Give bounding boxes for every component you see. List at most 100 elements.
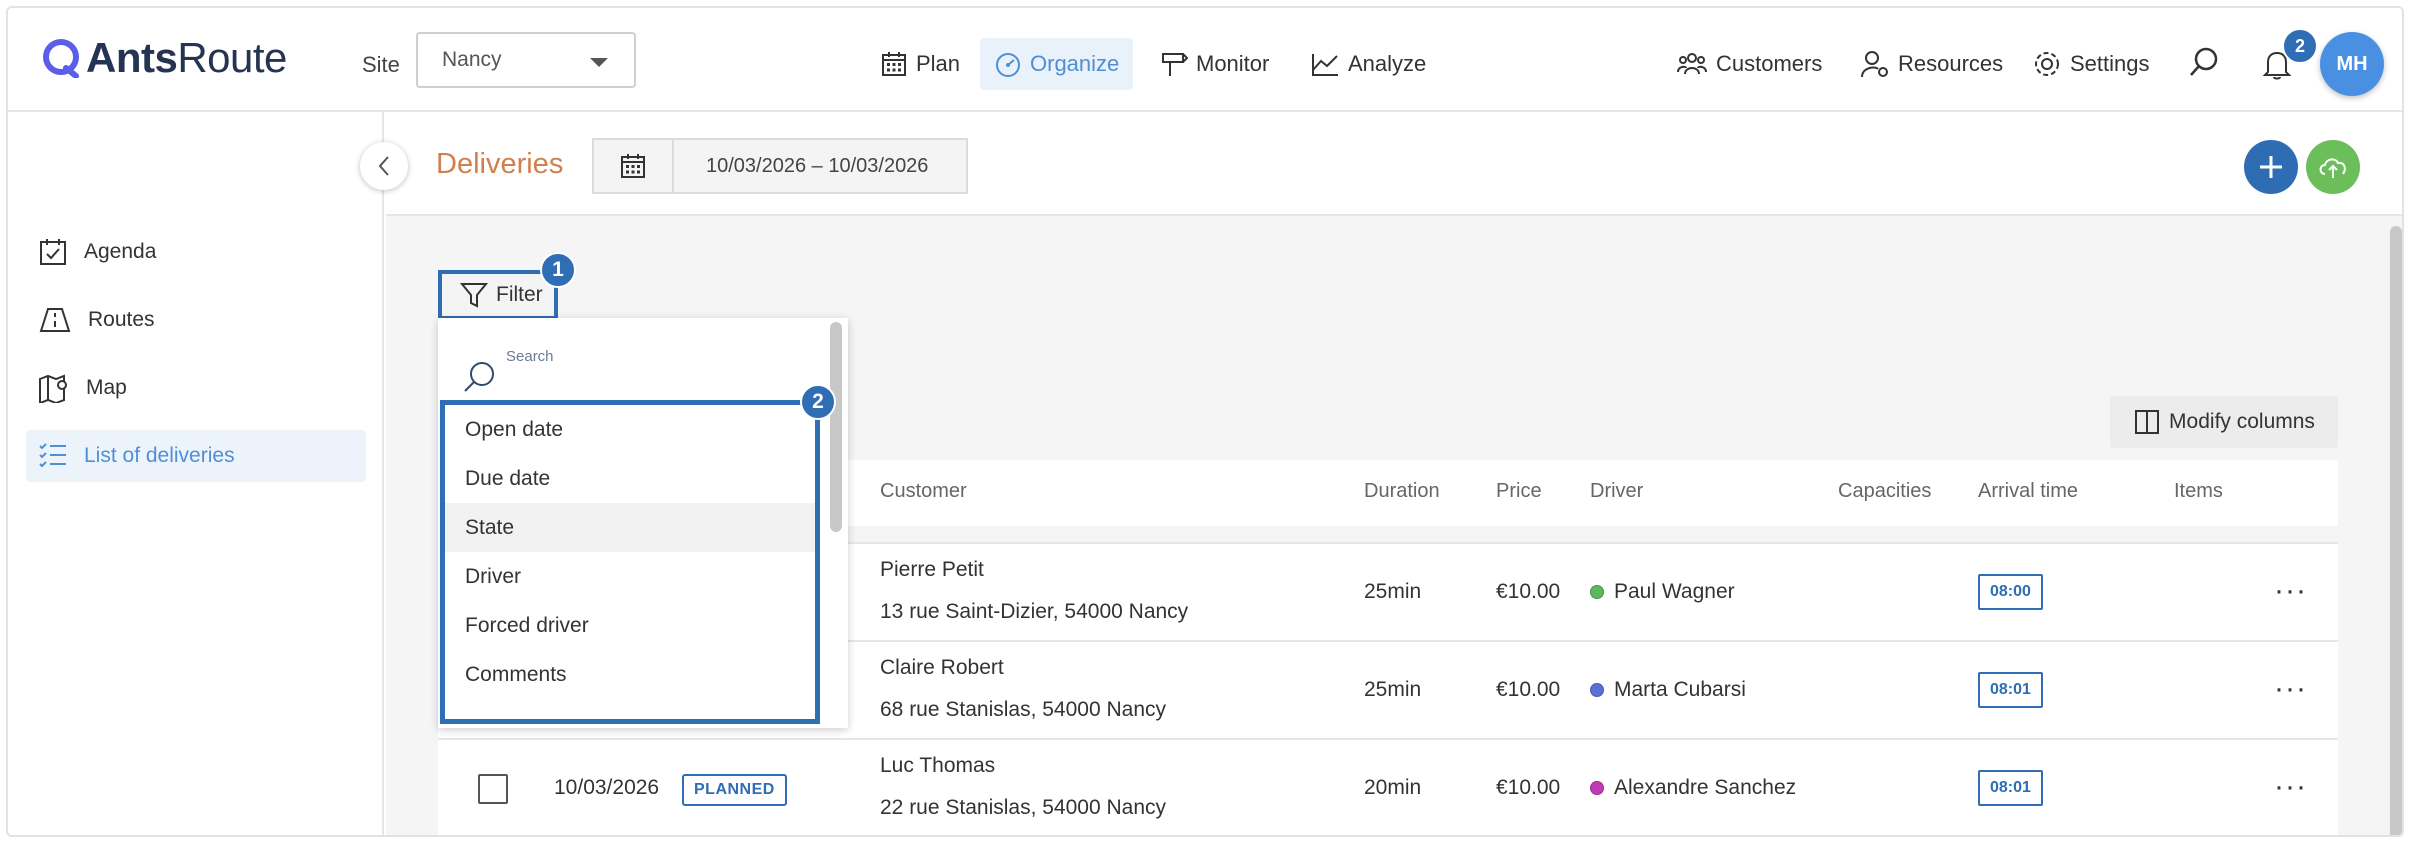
- logo-icon: [43, 39, 79, 78]
- col-duration[interactable]: Duration: [1364, 480, 1440, 503]
- arrival-time-badge: 08:01: [1978, 672, 2043, 708]
- filter-option-comments[interactable]: Comments: [445, 650, 815, 699]
- arrival-time-badge: 08:01: [1978, 770, 2043, 806]
- nav-settings-label: Settings: [2070, 51, 2150, 76]
- customer-name: Pierre Petit: [880, 558, 984, 581]
- page-scrollbar[interactable]: [2386, 216, 2402, 835]
- row-checkbox[interactable]: [478, 774, 508, 804]
- filter-icon: [460, 283, 488, 308]
- dropdown-scrollbar[interactable]: [830, 322, 842, 532]
- map-pin-icon: [39, 374, 67, 403]
- date-range-value: 10/03/2026 – 10/03/2026: [706, 154, 929, 177]
- nav-customers[interactable]: Customers: [1662, 38, 1836, 90]
- site-select-value: Nancy: [442, 48, 502, 71]
- top-navbar: AntsRoute Site Nancy Plan Organize Monit…: [8, 8, 2402, 112]
- site-select[interactable]: Nancy: [416, 32, 636, 88]
- calendar-icon: [882, 52, 906, 76]
- nav-analyze-label: Analyze: [1348, 51, 1427, 76]
- signpost-icon: [1162, 53, 1188, 76]
- col-driver[interactable]: Driver: [1590, 480, 1643, 503]
- search-icon: [464, 362, 494, 392]
- status-badge: PLANNED: [682, 774, 787, 806]
- filter-search-placeholder: Search: [506, 348, 554, 365]
- filter-option-forced-driver[interactable]: Forced driver: [445, 601, 815, 650]
- col-price[interactable]: Price: [1496, 480, 1542, 503]
- collapse-sidebar-button[interactable]: [360, 142, 408, 190]
- modify-columns-button[interactable]: Modify columns: [2110, 396, 2338, 448]
- customer-address: 68 rue Stanislas, 54000 Nancy: [880, 698, 1167, 721]
- antsroute-logo[interactable]: AntsRoute: [42, 34, 287, 82]
- table-row[interactable]: 10/03/2026 PLANNED Luc Thomas 22 rue Sta…: [438, 738, 2338, 835]
- sidebar-item-label: List of deliveries: [84, 444, 235, 467]
- nav-organize[interactable]: Organize: [980, 38, 1134, 90]
- price: €10.00: [1496, 776, 1561, 799]
- gear-icon: [2035, 52, 2059, 76]
- filter-options-list: Open date Due date State Driver Forced d…: [440, 400, 820, 724]
- nav-plan[interactable]: Plan: [866, 38, 974, 90]
- sidebar-item-agenda[interactable]: Agenda: [26, 226, 366, 278]
- nav-settings[interactable]: Settings: [2018, 38, 2164, 90]
- logo-text: AntsRoute: [86, 34, 287, 81]
- calendar-icon: [621, 154, 645, 178]
- sidebar: Agenda Routes Map List of deliveries: [8, 112, 384, 835]
- columns-icon: [2135, 410, 2160, 434]
- filter-button[interactable]: Filter: [438, 270, 558, 320]
- date-picker-button[interactable]: [594, 140, 674, 192]
- duration: 25min: [1364, 678, 1422, 701]
- row-more-menu[interactable]: ···: [2274, 672, 2307, 706]
- driver-name: Paul Wagner: [1614, 580, 1735, 603]
- row-more-menu[interactable]: ···: [2274, 770, 2307, 804]
- sidebar-item-label: Map: [86, 376, 127, 399]
- arrival-time-badge: 08:00: [1978, 574, 2043, 610]
- filter-option-due-date[interactable]: Due date: [445, 454, 815, 503]
- filter-search-input[interactable]: Search: [458, 342, 798, 392]
- customer-address: 22 rue Stanislas, 54000 Nancy: [880, 796, 1167, 819]
- filter-option-open-date[interactable]: Open date: [445, 405, 815, 454]
- nav-monitor[interactable]: Monitor: [1146, 38, 1283, 90]
- page-title: Deliveries: [436, 148, 564, 180]
- driver: Alexandre Sanchez: [1590, 776, 1796, 800]
- nav-analyze[interactable]: Analyze: [1296, 38, 1440, 90]
- nav-organize-label: Organize: [1030, 51, 1120, 76]
- sidebar-item-map[interactable]: Map: [26, 362, 366, 414]
- customer-name: Luc Thomas: [880, 754, 996, 777]
- plus-icon: [2260, 156, 2282, 178]
- main-content: Filter 1 Search Open date Due date State…: [386, 216, 2402, 835]
- speedometer-icon: [996, 53, 1020, 77]
- checklist-icon: [39, 443, 66, 468]
- page-scrollbar-thumb[interactable]: [2390, 226, 2402, 835]
- sidebar-item-list-of-deliveries[interactable]: List of deliveries: [26, 430, 366, 482]
- col-arrival-time[interactable]: Arrival time: [1978, 480, 2078, 503]
- customer-address: 13 rue Saint-Dizier, 54000 Nancy: [880, 600, 1189, 623]
- driver-name: Marta Cubarsi: [1614, 678, 1746, 701]
- driver: Paul Wagner: [1590, 580, 1735, 604]
- modify-columns-label: Modify columns: [2169, 410, 2315, 433]
- chart-icon: [1312, 54, 1338, 76]
- chevron-down-icon: [590, 58, 608, 67]
- filter-option-driver[interactable]: Driver: [445, 552, 815, 601]
- row-more-menu[interactable]: ···: [2274, 574, 2307, 608]
- nav-plan-label: Plan: [916, 51, 961, 76]
- sidebar-item-routes[interactable]: Routes: [26, 294, 366, 346]
- driver: Marta Cubarsi: [1590, 678, 1746, 702]
- user-gear-icon: [1861, 51, 1888, 78]
- duration: 25min: [1364, 580, 1422, 603]
- customer-name: Claire Robert: [880, 656, 1004, 679]
- search-icon[interactable]: [2188, 46, 2220, 78]
- road-icon: [39, 308, 71, 332]
- cloud-upload-icon: [2319, 158, 2346, 178]
- nav-resources[interactable]: Resources: [1846, 38, 2017, 90]
- nav-customers-label: Customers: [1716, 51, 1823, 76]
- col-capacities[interactable]: Capacities: [1838, 480, 1931, 503]
- upload-button[interactable]: [2306, 140, 2360, 194]
- date-range-picker[interactable]: 10/03/2026 – 10/03/2026: [592, 138, 968, 194]
- add-delivery-button[interactable]: [2244, 140, 2298, 194]
- step-badge-2: 2: [800, 384, 836, 420]
- col-items[interactable]: Items: [2174, 480, 2223, 503]
- chevron-left-icon: [378, 156, 389, 176]
- col-customer[interactable]: Customer: [880, 480, 967, 503]
- site-label: Site: [362, 52, 400, 77]
- driver-color-dot: [1590, 585, 1604, 599]
- filter-option-state[interactable]: State: [445, 503, 815, 552]
- avatar[interactable]: MH: [2320, 32, 2384, 96]
